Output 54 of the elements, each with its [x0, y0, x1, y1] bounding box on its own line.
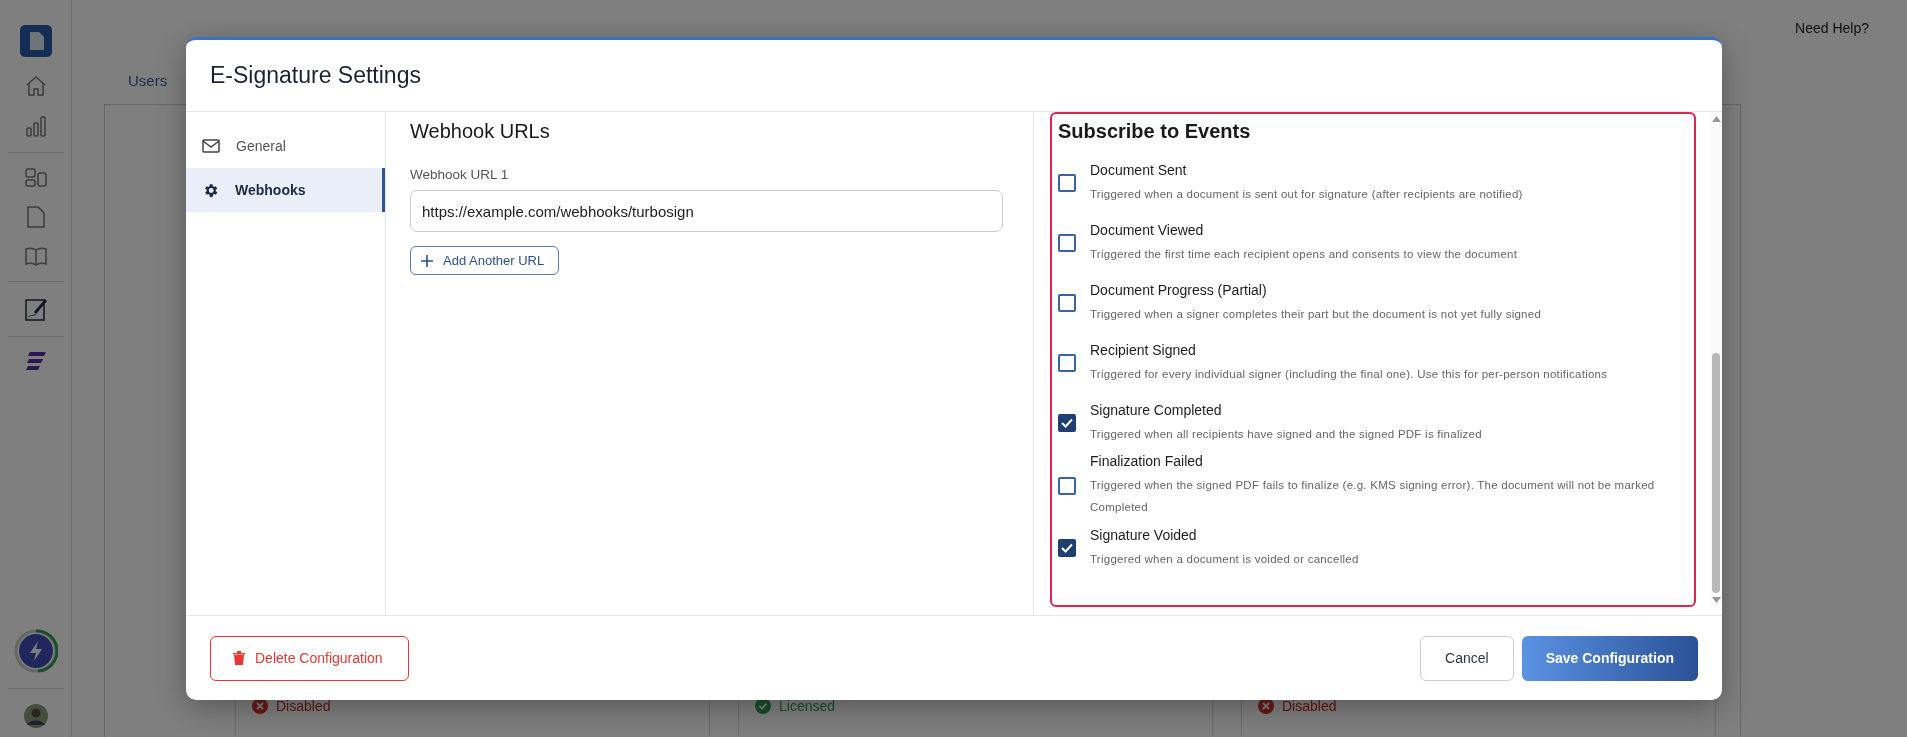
status-label: Licensed: [779, 698, 836, 714]
settings-icon: [202, 181, 219, 199]
signature-icon[interactable]: [24, 297, 47, 321]
event-description: Triggered when the signed PDF fails to finalize (e.g. KMS signing error). The document will not be marked Completed: [1090, 478, 1656, 515]
plus-icon: [421, 254, 433, 267]
nav-item[interactable]: Webhooks: [186, 168, 385, 212]
url-field[interactable]: https://example.com/webhooks/turbosign: [410, 190, 1003, 232]
event-name: Document Sent: [1090, 161, 1188, 178]
event-description: Triggered when all recipients have signed and the signed PDF is finalized: [1090, 426, 1482, 442]
event-description: Triggered when a document is voided or cancelled: [1090, 551, 1359, 567]
tab[interactable]: Users: [128, 71, 168, 89]
scroll-up-icon[interactable]: [1711, 116, 1721, 122]
status-label: Disabled: [276, 698, 331, 714]
logo-icon[interactable]: [19, 25, 52, 57]
checkbox[interactable]: [1058, 476, 1076, 495]
book-icon[interactable]: [24, 246, 47, 266]
dashboard-icon[interactable]: [24, 168, 47, 188]
cancel-button[interactable]: Cancel: [1420, 635, 1514, 681]
checkbox[interactable]: [1058, 234, 1076, 252]
event-description: Triggered when a signer completes their part but the document is not yet fully signed: [1090, 306, 1542, 322]
trash-icon: [233, 651, 245, 665]
event-description: Triggered for every individual signer (including the final one). Use this for per-person notifications: [1090, 366, 1608, 382]
nav-item[interactable]: General: [186, 124, 385, 168]
file-icon[interactable]: [26, 206, 45, 228]
home-icon[interactable]: [24, 75, 47, 97]
section-heading: Subscribe to Events: [1058, 120, 1252, 143]
event-name: Recipient Signed: [1090, 341, 1197, 358]
event-description: Triggered the first time each recipient opens and consents to view the document: [1090, 246, 1518, 262]
event-description: Triggered when a document is sent out for signature (after recipients are notified): [1090, 186, 1523, 202]
checkbox[interactable]: [1058, 539, 1076, 557]
event-name: Document Viewed: [1090, 221, 1205, 238]
checkbox[interactable]: [1058, 294, 1076, 312]
checkbox[interactable]: [1058, 354, 1076, 372]
avatar-icon[interactable]: [23, 704, 48, 728]
field-label: Webhook URL 1: [410, 167, 510, 182]
delete-button[interactable]: Delete Configuration: [210, 635, 409, 681]
add-url-button[interactable]: Add Another URL: [410, 246, 560, 275]
checkbox[interactable]: [1058, 414, 1076, 432]
dialog-title: E-Signature Settings: [186, 40, 1722, 112]
stripes-logo-icon[interactable]: [25, 352, 46, 370]
help-link[interactable]: Need Help?: [1795, 20, 1869, 36]
lightning-icon[interactable]: [13, 629, 58, 673]
save-button[interactable]: Save Configuration: [1521, 635, 1698, 681]
envelope-icon: [202, 139, 220, 153]
scroll-down-icon[interactable]: [1711, 597, 1721, 603]
event-name: Signature Voided: [1090, 526, 1198, 543]
event-name: Document Progress (Partial): [1090, 281, 1268, 298]
scrollbar[interactable]: [1710, 112, 1722, 607]
event-name: Signature Completed: [1090, 401, 1223, 418]
status-label: Disabled: [1282, 698, 1337, 714]
checkbox[interactable]: [1058, 174, 1076, 192]
event-name: Finalization Failed: [1090, 453, 1204, 469]
bar-chart-icon[interactable]: [24, 115, 47, 137]
section-heading: Webhook URLs: [410, 120, 551, 143]
